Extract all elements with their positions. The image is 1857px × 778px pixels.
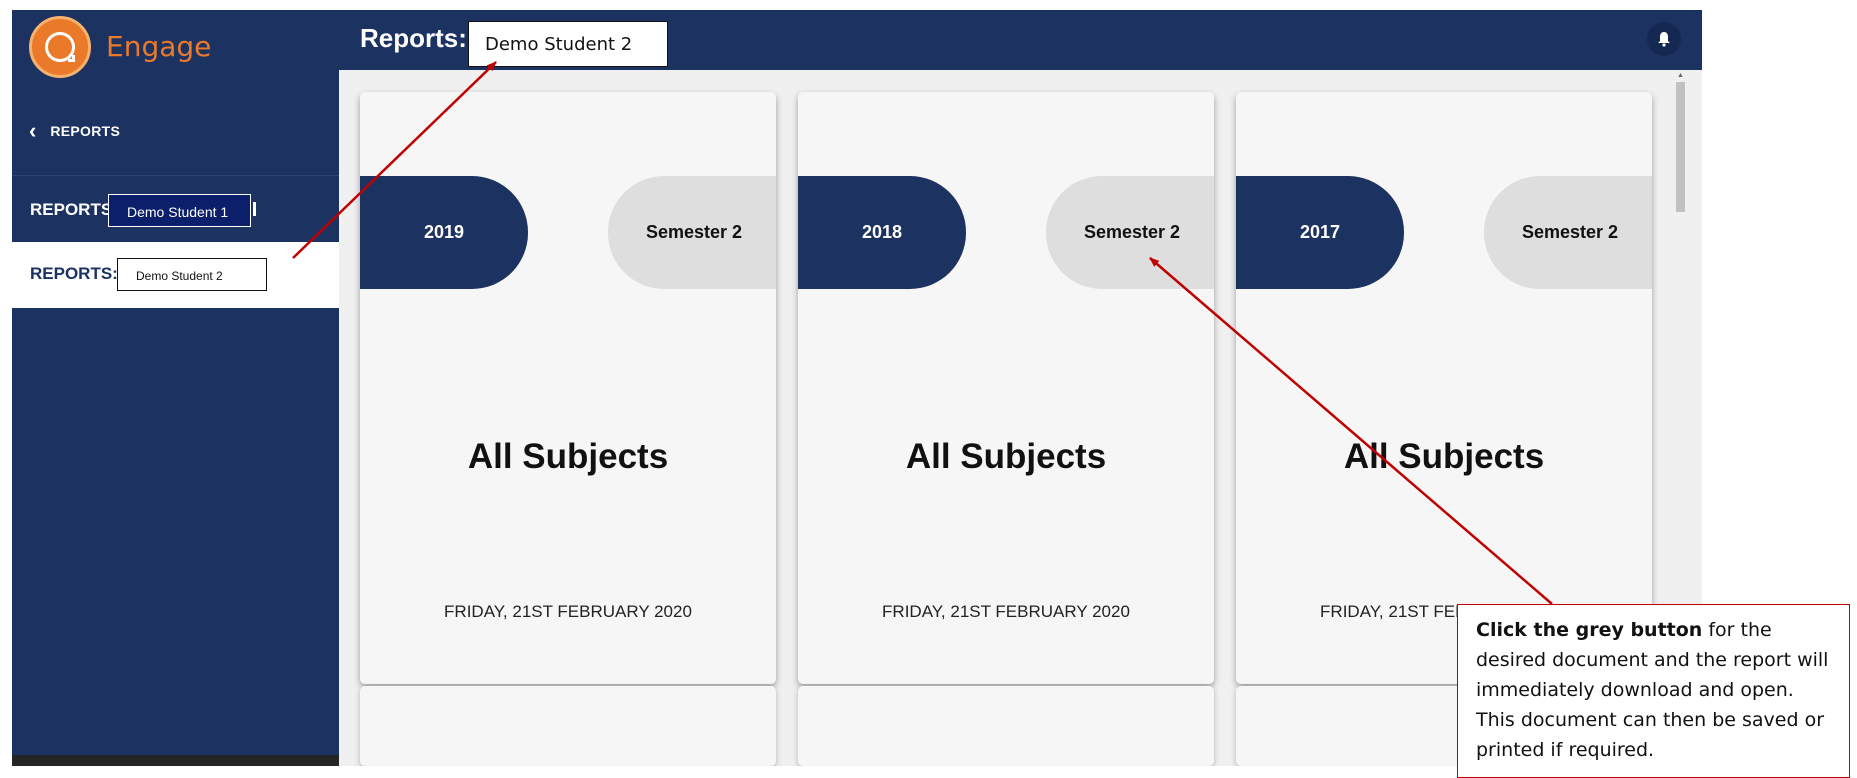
sidebar-divider xyxy=(12,175,339,176)
card-date: FRIDAY, 21ST FEBRUARY 2020 xyxy=(882,602,1130,621)
report-card-partial xyxy=(360,686,776,766)
back-label: REPORTS xyxy=(50,123,121,139)
back-to-reports-link[interactable]: ‹ REPORTS xyxy=(29,120,120,142)
student-name-tag: Demo Student 1 xyxy=(108,194,251,227)
semester-download-button[interactable]: Semester 2 xyxy=(1484,176,1652,289)
brand-name: Engage xyxy=(106,30,212,63)
sidebar-footer xyxy=(12,755,339,766)
year-button[interactable]: 2018 xyxy=(798,176,966,289)
card-date: FRIDAY, 21ST FEBRUARY 2020 xyxy=(444,602,692,621)
student-name-tag: Demo Student 2 xyxy=(468,21,668,67)
top-bar: Reports: Demo Student 2 xyxy=(339,10,1702,70)
item-edge-mark xyxy=(253,202,256,216)
report-card: 2018 Semester 2 All Subjects FRIDAY, 21S… xyxy=(798,92,1214,684)
sidebar: Engage ‹ REPORTS REPORTS Demo Student 1 … xyxy=(12,10,339,766)
scroll-up-arrow-icon[interactable]: ▲ xyxy=(1677,72,1684,79)
annotation-callout: Click the grey button for the desired do… xyxy=(1457,604,1850,778)
report-card: 2019 Semester 2 All Subjects FRIDAY, 21S… xyxy=(360,92,776,684)
card-title: All Subjects xyxy=(1343,437,1545,476)
card-title: All Subjects xyxy=(467,437,669,476)
year-button[interactable]: 2017 xyxy=(1236,176,1404,289)
card-title: All Subjects xyxy=(905,437,1107,476)
engage-logo-icon xyxy=(29,16,91,78)
report-card-partial xyxy=(798,686,1214,766)
semester-download-button[interactable]: Semester 2 xyxy=(608,176,776,289)
semester-download-button[interactable]: Semester 2 xyxy=(1046,176,1214,289)
report-card: 2017 Semester 2 All Subjects FRIDAY, 21S… xyxy=(1236,92,1652,684)
bell-icon[interactable] xyxy=(1647,22,1681,56)
student-name-tag: Demo Student 2 xyxy=(117,258,267,291)
sidebar-item-reports-student-1[interactable]: REPORTS xyxy=(30,200,112,220)
page-title: Reports: xyxy=(360,23,467,53)
app-window: Engage ‹ REPORTS REPORTS Demo Student 1 … xyxy=(12,10,1702,766)
sidebar-item-label: REPORTS: xyxy=(30,264,118,283)
sidebar-item-reports-student-2[interactable]: REPORTS: Demo Student 2 xyxy=(12,242,339,308)
chevron-left-icon: ‹ xyxy=(29,118,37,143)
callout-emphasis: Click the grey button xyxy=(1476,619,1703,641)
scrollbar-thumb[interactable] xyxy=(1676,82,1685,212)
year-button[interactable]: 2019 xyxy=(360,176,528,289)
